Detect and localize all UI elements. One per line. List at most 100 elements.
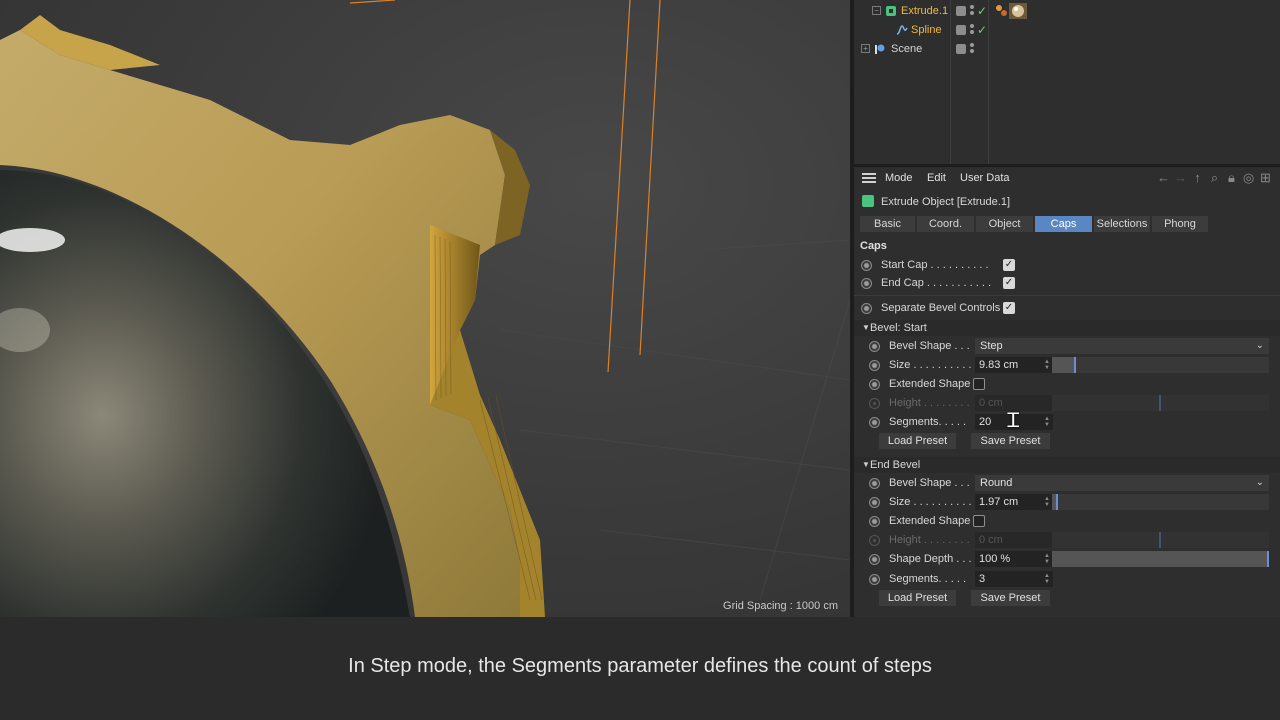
forward-arrow-icon[interactable]: → [1172,170,1189,186]
text-cursor-icon: Ꮖ [1007,408,1021,432]
stepper-icon[interactable]: ▲ ▼ [1044,553,1050,565]
extended-shape-label: Extended Shape [889,515,971,527]
tag-dots-icon[interactable] [995,4,1009,18]
object-row-scene[interactable]: + Scene [854,40,1280,59]
end-cap-checkbox[interactable]: ✓ [1003,277,1015,289]
slider-handle[interactable] [1074,357,1076,373]
hamburger-menu-icon[interactable] [862,173,876,184]
up-arrow-icon[interactable]: ↑ [1189,170,1206,186]
end-bevel-heading: End Bevel [870,459,921,471]
editor-visibility-icon[interactable] [956,6,966,16]
visibility-dots-icon[interactable] [970,4,976,18]
segments-input[interactable]: 3 ▲ ▼ [975,571,1053,587]
keyframe-icon[interactable] [869,360,880,371]
save-preset-button[interactable]: Save Preset [971,590,1050,606]
object-name-spline[interactable]: Spline [911,24,942,36]
keyframe-icon[interactable] [861,303,872,314]
save-preset-button[interactable]: Save Preset [971,433,1050,449]
bevel-start-group[interactable]: ▼ Bevel: Start [854,320,1280,336]
end-bevel-preset-row: Load Preset Save Preset [854,589,1280,608]
extended-shape-checkbox[interactable] [973,515,985,527]
keyframe-icon[interactable] [869,554,880,565]
editor-visibility-icon[interactable] [956,44,966,54]
material-tag-icon[interactable] [1009,3,1027,19]
3d-viewport[interactable]: Grid Spacing : 1000 cm [0,0,850,617]
lock-icon[interactable]: 🔒︎ [1223,170,1240,186]
stepper-icon[interactable]: ▲ ▼ [1044,496,1050,508]
separate-bevel-label: Separate Bevel Controls [881,302,1001,314]
keyframe-icon[interactable] [869,574,880,585]
end-bevel-shape-row: Bevel Shape . . . Round ⌄ [854,474,1280,493]
tab-phong[interactable]: Phong [1152,216,1208,232]
height-value: 0 cm [979,397,1003,409]
search-icon[interactable]: ⌕ [1206,170,1223,186]
bevel-start-height-row: Height . . . . . . . . 0 cm [854,394,1280,413]
extrude-object-icon [862,195,874,207]
tab-selections[interactable]: Selections [1094,216,1150,232]
stepper-icon[interactable]: ▲ ▼ [1044,359,1050,371]
object-name-extrude[interactable]: Extrude.1 [901,5,948,17]
end-bevel-extended-row: Extended Shape [854,512,1280,531]
slider-handle[interactable] [1267,551,1269,567]
expand-icon[interactable]: + [861,44,870,53]
keyframe-icon[interactable] [861,278,872,289]
object-name-scene[interactable]: Scene [891,43,922,55]
menu-mode[interactable]: Mode [885,172,913,184]
visibility-dots-icon[interactable] [970,23,976,37]
height-label: Height . . . . . . . . [889,397,970,409]
height-value: 0 cm [979,534,1003,546]
slider-handle[interactable] [1056,494,1058,510]
keyframe-icon[interactable] [869,497,880,508]
visibility-dots-icon[interactable] [970,42,976,56]
new-panel-icon[interactable]: ⊞ [1257,170,1274,186]
shape-depth-slider[interactable] [1052,551,1269,567]
object-row-extrude[interactable]: − Extrude.1 ✓ [854,2,1280,21]
shape-depth-input[interactable]: 100 % ▲ ▼ [975,551,1053,567]
bevel-start-extended-row: Extended Shape [854,375,1280,394]
tab-coord[interactable]: Coord. [917,216,974,232]
start-cap-label: Start Cap . . . . . . . . . . [881,259,989,271]
keyframe-icon[interactable] [869,341,880,352]
separate-bevel-checkbox[interactable]: ✓ [1003,302,1015,314]
stepper-icon[interactable]: ▲ ▼ [1044,573,1050,585]
load-preset-button[interactable]: Load Preset [879,433,956,449]
attribute-manager[interactable]: Mode Edit User Data ← → ↑ ⌕ 🔒︎ ◎ ⊞ Extrude Obj… [854,167,1280,617]
grid-spacing-label: Grid Spacing : 1000 cm [723,600,838,612]
object-row-spline[interactable]: Spline ✓ [854,21,1280,40]
start-cap-row: Start Cap . . . . . . . . . . ✓ [854,256,1280,275]
size-slider[interactable] [1052,357,1269,373]
enabled-check-icon[interactable]: ✓ [977,23,987,37]
keyframe-icon[interactable] [869,478,880,489]
bevel-shape-dropdown[interactable]: Round ⌄ [975,475,1269,491]
back-arrow-icon[interactable]: ← [1155,170,1172,186]
menu-edit[interactable]: Edit [927,172,946,184]
segments-value: 3 [979,573,986,585]
slider-marker [1159,532,1161,548]
load-preset-button[interactable]: Load Preset [879,590,956,606]
bevel-shape-dropdown[interactable]: Step ⌄ [975,338,1269,354]
menu-user-data[interactable]: User Data [960,172,1010,184]
collapse-icon[interactable]: − [872,6,881,15]
bevel-start-segments-row: Segments. . . . . 20 ▲ ▼ [854,413,1280,432]
size-slider[interactable] [1052,494,1269,510]
size-input[interactable]: 1.97 cm ▲ ▼ [975,494,1053,510]
start-cap-checkbox[interactable]: ✓ [1003,259,1015,271]
collapse-triangle-icon[interactable]: ▼ [862,323,870,332]
stepper-icon[interactable]: ▲ ▼ [1044,416,1050,428]
tab-basic[interactable]: Basic [860,216,915,232]
collapse-triangle-icon[interactable]: ▼ [862,460,870,469]
keyframe-icon[interactable] [869,516,880,527]
size-input[interactable]: 9.83 cm ▲ ▼ [975,357,1053,373]
keyframe-icon[interactable] [861,260,872,271]
end-bevel-group[interactable]: ▼ End Bevel [854,457,1280,473]
enabled-check-icon[interactable]: ✓ [977,4,987,18]
editor-visibility-icon[interactable] [956,25,966,35]
keyframe-icon[interactable] [869,379,880,390]
keyframe-icon[interactable] [869,417,880,428]
extended-shape-checkbox[interactable] [973,378,985,390]
target-icon[interactable]: ◎ [1240,170,1257,186]
size-value: 9.83 cm [979,359,1019,371]
tab-caps[interactable]: Caps [1035,216,1092,232]
tab-object[interactable]: Object [976,216,1033,232]
object-manager[interactable]: − Extrude.1 ✓ Spline ✓ + Scene [854,0,1280,164]
